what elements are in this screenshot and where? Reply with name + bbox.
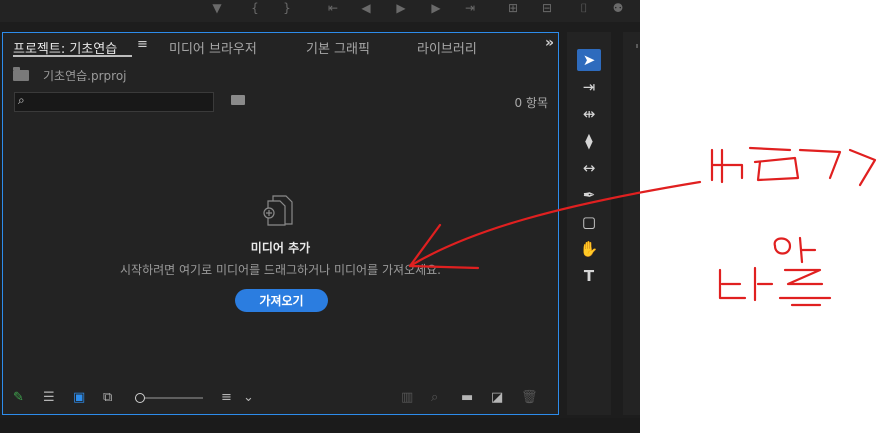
play-icon[interactable]: ▶ [393, 1, 409, 15]
annotation-scribble-6 [778, 268, 832, 307]
freeform-view-icon[interactable]: ⧉ [103, 390, 112, 406]
bottom-strip [0, 418, 640, 433]
annotation-scribble-1 [710, 148, 744, 184]
type-tool-icon[interactable]: T [577, 265, 601, 287]
panel-tabs: 프로젝트: 기초연습 ≡ 미디어 브라우저 기본 그래픽 라이브러리 » [3, 33, 558, 59]
panel-bottom-toolbar: ✎ ☰ ▣ ⧉ ≡ ⌄ ▥ ⌕ ▬ ◪ 🗑 [3, 382, 558, 414]
marker-icon[interactable]: ▼ [209, 1, 225, 15]
slip-tool-icon[interactable]: ↔ [577, 157, 601, 179]
go-to-out-icon[interactable]: ⇥ [462, 1, 478, 15]
clear-icon[interactable]: 🗑 [521, 390, 538, 406]
sort-icon[interactable]: ≡ [221, 390, 232, 406]
new-item-icon[interactable]: ◪ [491, 390, 503, 406]
annotation-scribble-2 [748, 146, 800, 182]
more-tabs-icon[interactable]: » [545, 35, 554, 51]
annotation-scribble-4 [773, 236, 817, 264]
folder-icon [13, 67, 29, 81]
premiere-window: ▼ { } ⇤ ◀ ▶ ▶ ⇥ ⊞ ⊟ ⌷ ⚉ 프로젝트: 기초연습 ≡ 미디어… [0, 0, 640, 433]
extract-icon[interactable]: ⊟ [539, 1, 555, 15]
tools-panel: ➤ ⇥ ⇹ ⧫ ↔ ✒ ▢ ✋ T [567, 32, 611, 415]
lift-icon[interactable]: ⊞ [505, 1, 521, 15]
adjacent-panel [623, 32, 640, 415]
tab-libraries[interactable]: 라이브러리 [417, 38, 477, 57]
panel-handle [636, 44, 638, 48]
list-view-icon[interactable]: ☰ [43, 390, 55, 406]
sort-dropdown-icon[interactable]: ⌄ [243, 390, 254, 406]
annotation-scribble-5 [718, 266, 774, 302]
import-button[interactable]: 가져오기 [235, 289, 328, 312]
active-tab-underline [13, 55, 132, 57]
go-to-in-icon[interactable]: ⇤ [325, 1, 341, 15]
step-forward-icon[interactable]: ▶ [428, 1, 444, 15]
new-bin-icon[interactable]: ▬ [461, 390, 473, 406]
tab-media-browser[interactable]: 미디어 브라우저 [169, 38, 257, 57]
project-panel: 프로젝트: 기초연습 ≡ 미디어 브라우저 기본 그래픽 라이브러리 » 기초연… [2, 32, 559, 415]
transport-bar: ▼ { } ⇤ ◀ ▶ ▶ ⇥ ⊞ ⊟ ⌷ ⚉ [0, 0, 640, 22]
settings-icon[interactable]: ⚉ [610, 1, 626, 15]
export-frame-icon[interactable]: ⌷ [576, 1, 592, 15]
icon-view-icon[interactable]: ▣ [73, 390, 85, 406]
track-select-tool-icon[interactable]: ⇥ [577, 76, 601, 98]
pen-tool-icon[interactable]: ✒ [577, 184, 601, 206]
step-back-icon[interactable]: ◀ [358, 1, 374, 15]
rectangle-tool-icon[interactable]: ▢ [577, 211, 601, 233]
search-input[interactable] [14, 92, 214, 112]
import-media-icon [263, 195, 293, 226]
tab-essential-graphics[interactable]: 기본 그래픽 [306, 38, 370, 57]
hand-tool-icon[interactable]: ✋ [577, 238, 601, 260]
zoom-slider[interactable] [135, 397, 203, 399]
zoom-slider-handle[interactable] [135, 393, 145, 403]
empty-state-description: 시작하려면 여기로 미디어를 드래그하거나 미디어를 가져오세요. [120, 263, 441, 277]
razor-tool-icon[interactable]: ⧫ [577, 130, 601, 152]
empty-state-title: 미디어 추가 [250, 241, 311, 255]
mark-in-icon[interactable]: { [247, 1, 263, 15]
project-name: 기초연습.prproj [43, 69, 127, 83]
selection-tool-icon[interactable]: ➤ [577, 49, 601, 71]
search-icon: ⌕ [18, 93, 25, 107]
pencil-icon[interactable]: ✎ [13, 390, 24, 406]
mark-out-icon[interactable]: } [279, 1, 295, 15]
panel-menu-icon[interactable]: ≡ [137, 37, 148, 52]
find-icon[interactable]: ⌕ [431, 390, 438, 406]
automate-to-sequence-icon[interactable]: ▥ [401, 390, 413, 406]
ripple-edit-tool-icon[interactable]: ⇹ [577, 103, 601, 125]
item-count: 0 항목 [514, 96, 548, 110]
find-in-bin-icon[interactable] [231, 95, 245, 105]
annotation-scribble-3 [798, 148, 877, 187]
